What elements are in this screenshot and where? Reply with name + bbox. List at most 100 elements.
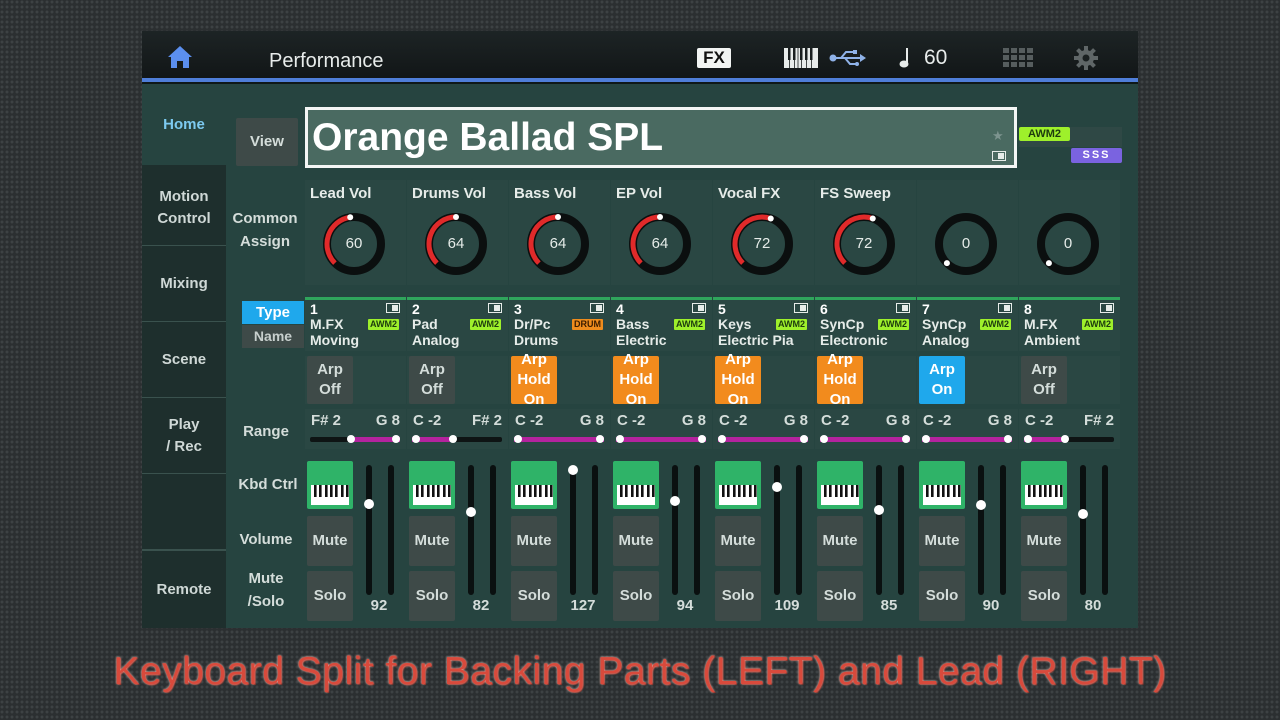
type-tab[interactable]: Type: [242, 301, 304, 324]
range-low-handle[interactable]: [412, 435, 420, 443]
volume-fader-6[interactable]: [874, 465, 884, 595]
mute-button-1[interactable]: Mute: [307, 516, 353, 566]
kbd-ctrl-button-8[interactable]: [1021, 461, 1067, 509]
arp-button-1[interactable]: Arp Off: [307, 356, 353, 404]
arp-button-8[interactable]: Arp Off: [1021, 356, 1067, 404]
mute-button-7[interactable]: Mute: [919, 516, 965, 566]
fader-handle[interactable]: [1078, 509, 1088, 519]
part-edit-icon[interactable]: [794, 303, 808, 313]
part-edit-icon[interactable]: [998, 303, 1012, 313]
mute-button-4[interactable]: Mute: [613, 516, 659, 566]
range-bar[interactable]: [922, 435, 1012, 443]
performance-name-field[interactable]: Orange Ballad SPL ★: [305, 107, 1017, 168]
arp-button-3[interactable]: Arp Hold On: [511, 351, 557, 408]
part-edit-icon[interactable]: [692, 303, 706, 313]
assign-knob-8[interactable]: 0: [1019, 180, 1120, 285]
assign-knob-5[interactable]: Vocal FX 72: [713, 180, 814, 285]
range-low-handle[interactable]: [616, 435, 624, 443]
fader-handle[interactable]: [976, 500, 986, 510]
sidebar-item-home[interactable]: Home: [142, 84, 226, 165]
part-edit-icon[interactable]: [896, 303, 910, 313]
part-header-5[interactable]: 5 Keys Electric Pia AWM2: [713, 297, 814, 351]
range-bar[interactable]: [820, 435, 910, 443]
range-high-handle[interactable]: [1004, 435, 1012, 443]
sidebar-item-motion-control[interactable]: Motion Control: [142, 170, 226, 246]
solo-button-4[interactable]: Solo: [613, 571, 659, 621]
range-cell-1[interactable]: F# 2 G 8: [305, 409, 406, 449]
part-edit-icon[interactable]: [488, 303, 502, 313]
mute-button-2[interactable]: Mute: [409, 516, 455, 566]
grid-icon[interactable]: [1003, 48, 1033, 68]
sidebar-item-mixing[interactable]: Mixing: [142, 246, 226, 322]
tempo-value[interactable]: 60: [924, 46, 947, 70]
fader-handle[interactable]: [772, 482, 782, 492]
part-edit-icon[interactable]: [590, 303, 604, 313]
arp-button-2[interactable]: Arp Off: [409, 356, 455, 404]
range-high-handle[interactable]: [698, 435, 706, 443]
range-high-handle[interactable]: [448, 435, 457, 443]
kbd-ctrl-button-5[interactable]: [715, 461, 761, 509]
arp-button-7[interactable]: Arp On: [919, 356, 965, 404]
assign-knob-6[interactable]: FS Sweep 72: [815, 180, 916, 285]
part-edit-icon[interactable]: [1100, 303, 1114, 313]
solo-button-6[interactable]: Solo: [817, 571, 863, 621]
part-header-6[interactable]: 6 SynCp Electronic AWM2: [815, 297, 916, 351]
view-button[interactable]: View: [236, 118, 298, 166]
range-bar[interactable]: [1024, 435, 1114, 443]
arp-button-5[interactable]: Arp Hold On: [715, 351, 761, 408]
fader-handle[interactable]: [874, 505, 884, 515]
mute-button-5[interactable]: Mute: [715, 516, 761, 566]
fader-handle[interactable]: [670, 496, 680, 506]
kbd-ctrl-button-2[interactable]: [409, 461, 455, 509]
fx-button[interactable]: FX: [697, 48, 731, 68]
range-bar[interactable]: [310, 435, 400, 443]
assign-knob-1[interactable]: Lead Vol 60: [305, 180, 406, 285]
assign-knob-3[interactable]: Bass Vol 64: [509, 180, 610, 285]
range-low-handle[interactable]: [820, 435, 828, 443]
range-low-handle[interactable]: [514, 435, 522, 443]
part-header-3[interactable]: 3 Dr/Pc Drums DRUM: [509, 297, 610, 351]
sidebar-item-play-rec[interactable]: Play / Rec: [142, 398, 226, 474]
name-tab[interactable]: Name: [242, 325, 304, 348]
range-bar[interactable]: [616, 435, 706, 443]
part-edit-icon[interactable]: [386, 303, 400, 313]
volume-fader-4[interactable]: [670, 465, 680, 595]
range-cell-5[interactable]: C -2 G 8: [713, 409, 814, 449]
volume-fader-8[interactable]: [1078, 465, 1088, 595]
range-high-handle[interactable]: [902, 435, 910, 443]
solo-button-5[interactable]: Solo: [715, 571, 761, 621]
volume-fader-5[interactable]: [772, 465, 782, 595]
range-low-handle[interactable]: [922, 435, 930, 443]
range-high-handle[interactable]: [596, 435, 604, 443]
kbd-ctrl-button-6[interactable]: [817, 461, 863, 509]
home-icon[interactable]: [167, 45, 193, 69]
assign-knob-4[interactable]: EP Vol 64: [611, 180, 712, 285]
part-header-8[interactable]: 8 M.FX Ambient AWM2: [1019, 297, 1120, 351]
range-cell-8[interactable]: C -2 F# 2: [1019, 409, 1120, 449]
range-cell-7[interactable]: C -2 G 8: [917, 409, 1018, 449]
range-low-handle[interactable]: [346, 435, 355, 443]
range-bar[interactable]: [412, 435, 502, 443]
kbd-ctrl-button-3[interactable]: [511, 461, 557, 509]
volume-fader-7[interactable]: [976, 465, 986, 595]
range-cell-3[interactable]: C -2 G 8: [509, 409, 610, 449]
assign-knob-7[interactable]: 0: [917, 180, 1018, 285]
kbd-ctrl-button-7[interactable]: [919, 461, 965, 509]
volume-fader-2[interactable]: [466, 465, 476, 595]
part-header-2[interactable]: 2 Pad Analog AWM2: [407, 297, 508, 351]
volume-fader-3[interactable]: [568, 465, 578, 595]
kbd-ctrl-button-1[interactable]: [307, 461, 353, 509]
mute-button-3[interactable]: Mute: [511, 516, 557, 566]
gear-icon[interactable]: [1074, 46, 1098, 70]
range-cell-4[interactable]: C -2 G 8: [611, 409, 712, 449]
fader-handle[interactable]: [364, 499, 374, 509]
solo-button-2[interactable]: Solo: [409, 571, 455, 621]
range-high-handle[interactable]: [800, 435, 808, 443]
solo-button-1[interactable]: Solo: [307, 571, 353, 621]
range-bar[interactable]: [718, 435, 808, 443]
part-header-4[interactable]: 4 Bass Electric AWM2: [611, 297, 712, 351]
range-high-handle[interactable]: [1060, 435, 1069, 443]
kbd-ctrl-button-4[interactable]: [613, 461, 659, 509]
volume-fader-1[interactable]: [364, 465, 374, 595]
part-header-1[interactable]: 1 M.FX Moving AWM2: [305, 297, 406, 351]
